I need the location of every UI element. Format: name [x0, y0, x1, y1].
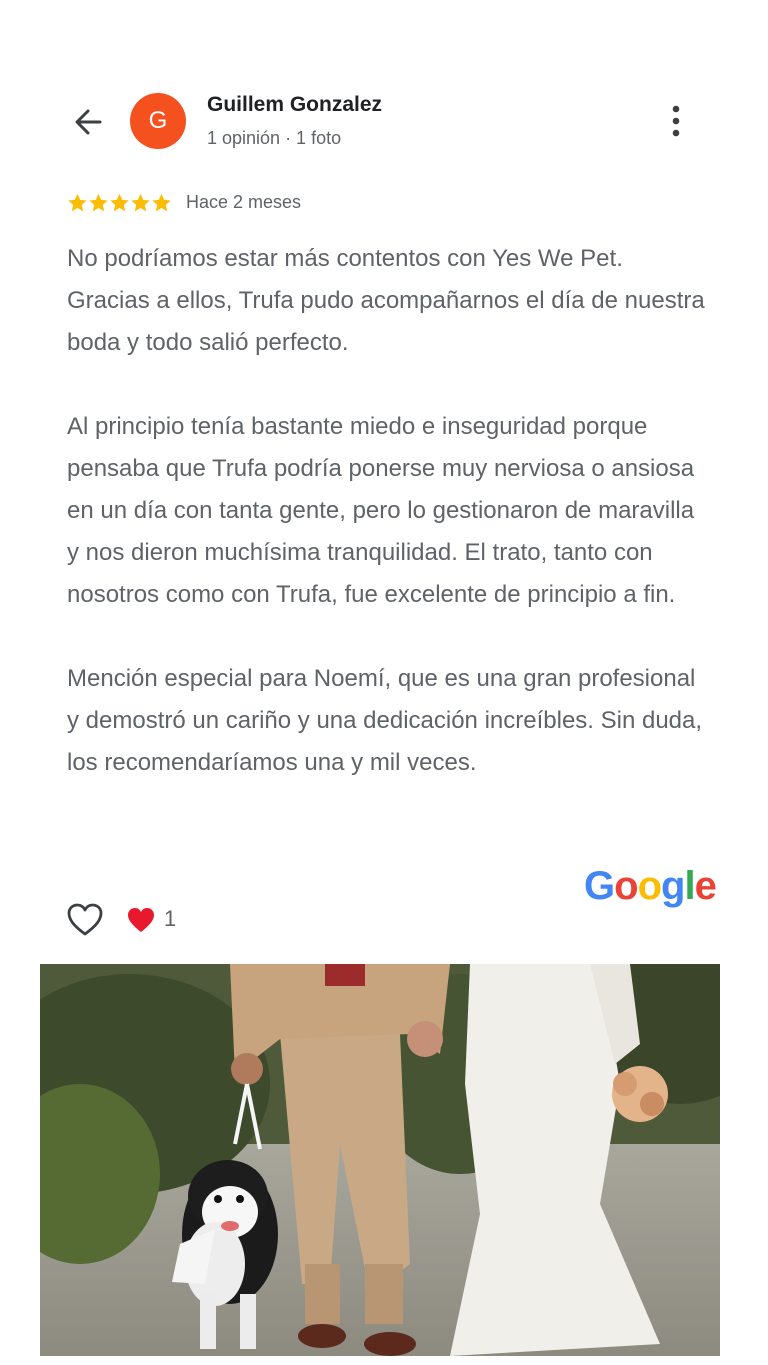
- review-paragraph: Mención especial para Noemí, que es una …: [67, 665, 703, 776]
- author-meta: 1 opinión · 1 foto: [207, 128, 342, 148]
- review-paragraph: Al principio tenía bastante miedo e inse…: [67, 413, 695, 608]
- wedding-photo: [40, 964, 720, 1356]
- star-icon: [110, 193, 129, 212]
- star-icon: [131, 193, 150, 212]
- back-arrow-icon[interactable]: [70, 102, 110, 142]
- google-logo: Google: [584, 864, 717, 908]
- star-icon: [152, 193, 171, 212]
- star-rating: [67, 192, 172, 214]
- review-paragraph: No podríamos estar más contentos con Yes…: [67, 245, 705, 356]
- review-photo[interactable]: [40, 964, 720, 1356]
- reaction-count: 1: [164, 906, 177, 931]
- star-icon: [89, 193, 108, 212]
- heart-outline-icon[interactable]: [66, 902, 104, 938]
- author-name[interactable]: Guillem Gonzalez: [207, 93, 382, 117]
- avatar[interactable]: G: [130, 93, 186, 149]
- star-icon: [68, 193, 87, 212]
- red-heart-icon[interactable]: [126, 906, 156, 934]
- more-vertical-icon[interactable]: [664, 104, 688, 138]
- review-text: No podríamos estar más contentos con Yes…: [67, 238, 707, 826]
- review-time: Hace 2 meses: [186, 192, 302, 212]
